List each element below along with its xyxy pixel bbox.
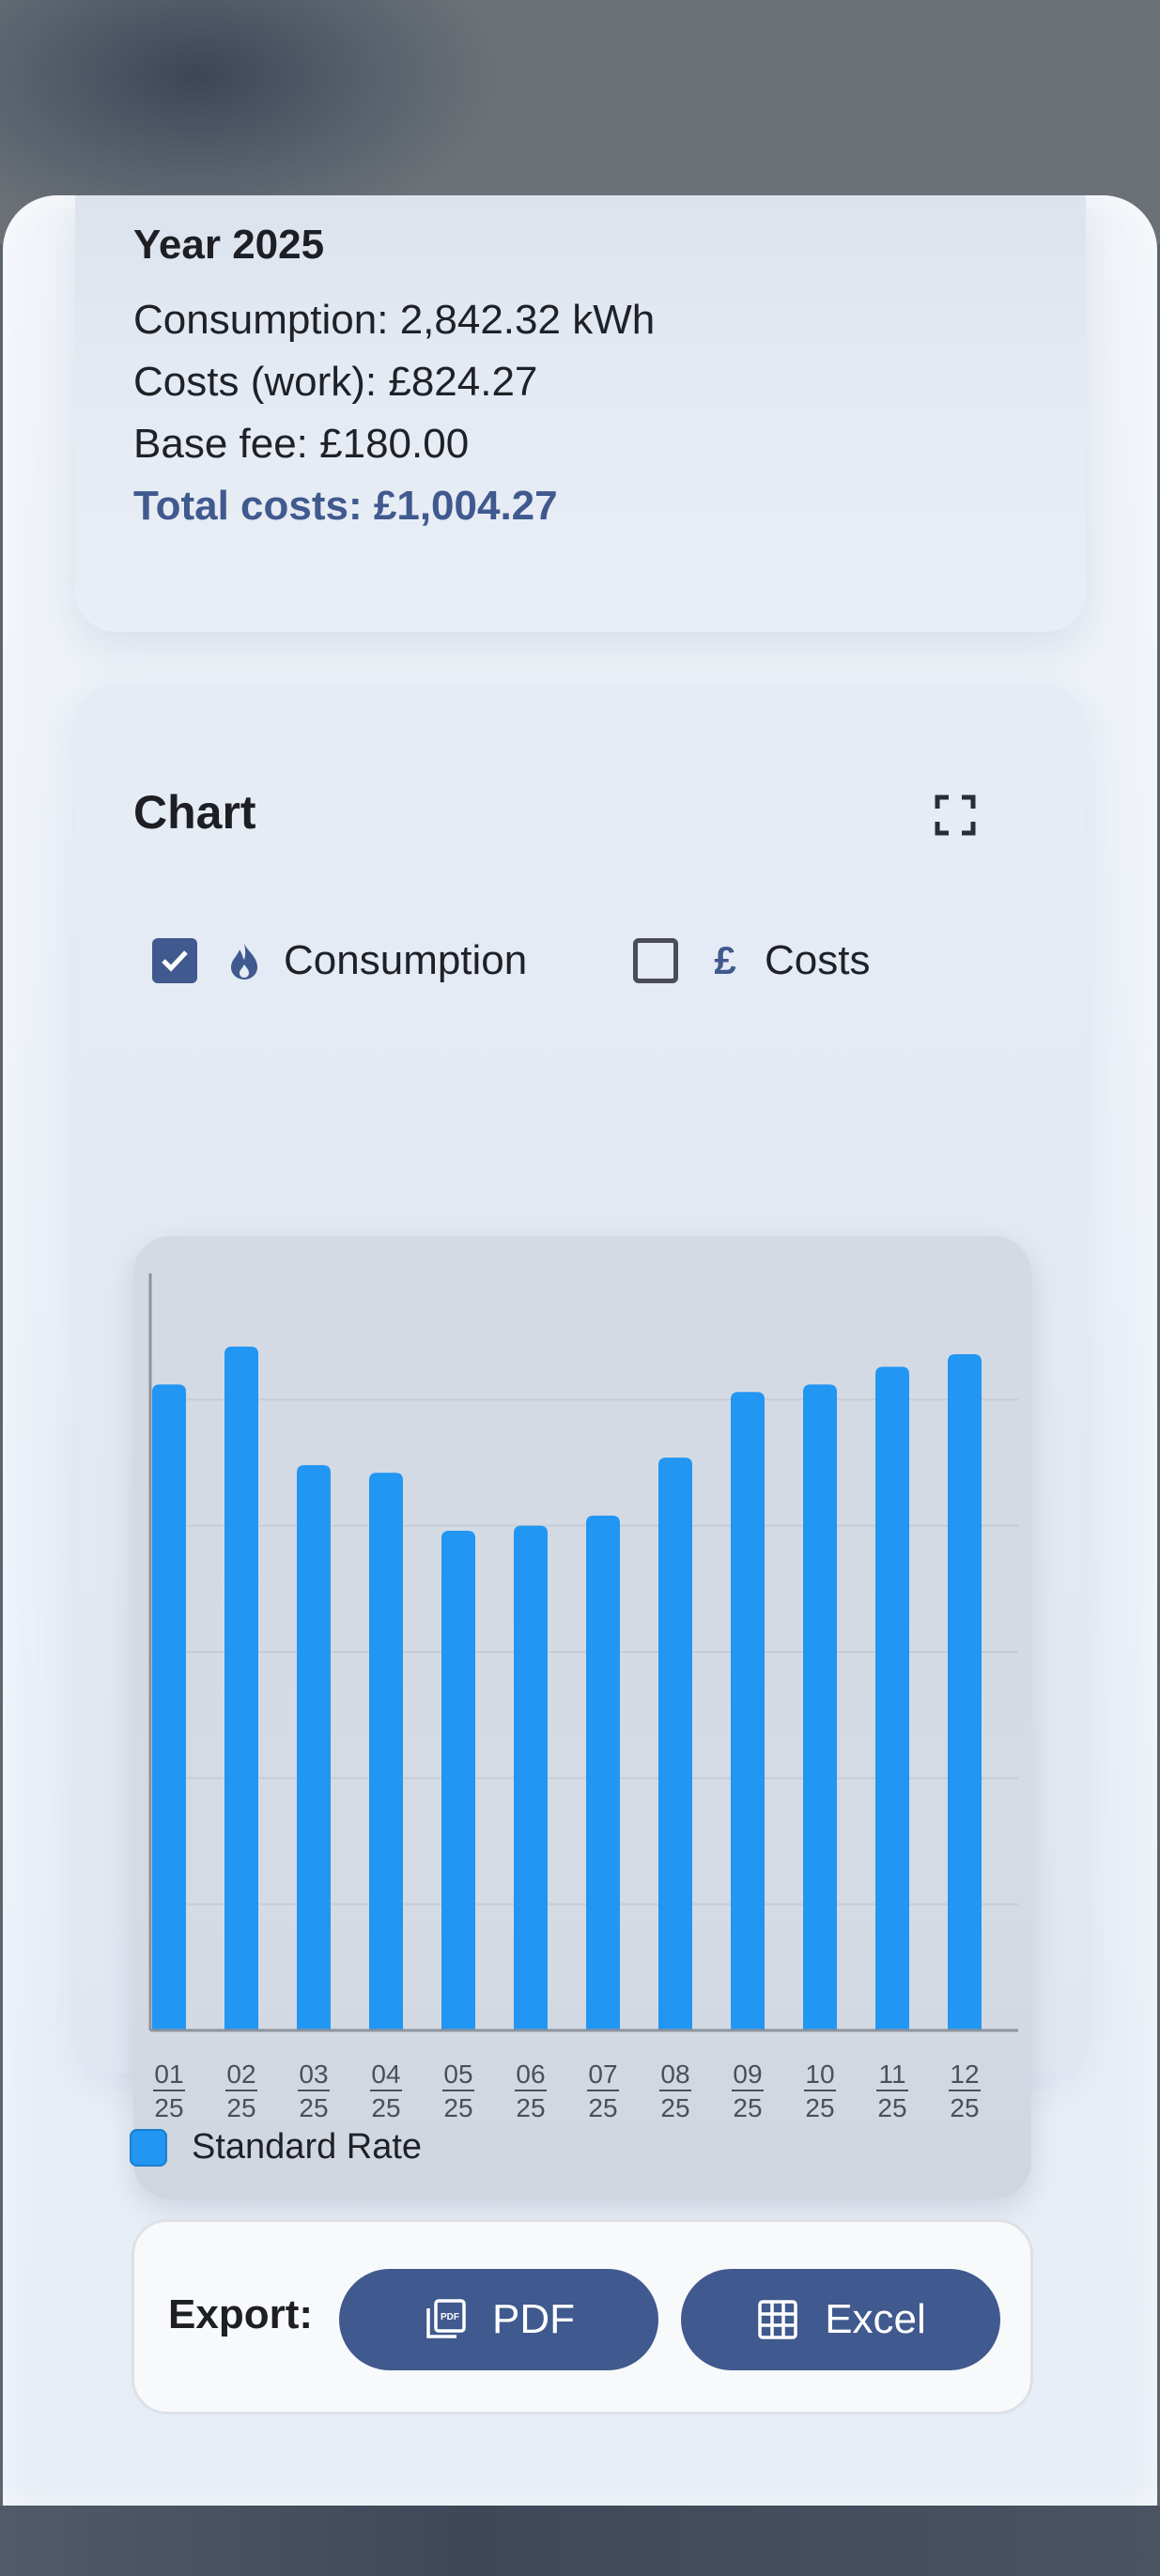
tick-label-year: 25 — [588, 2093, 617, 2122]
consumption-toggle[interactable]: Consumption — [152, 937, 527, 984]
chart-legend: Standard Rate — [130, 2127, 422, 2167]
consumption-toggle-label: Consumption — [284, 937, 528, 983]
bar-09-25 — [731, 1392, 765, 2030]
fullscreen-icon[interactable] — [935, 794, 976, 836]
tick-label-month: 04 — [371, 2059, 400, 2089]
svg-text:PDF: PDF — [441, 2312, 459, 2322]
summary-base-fee: Base fee: £180.00 — [133, 421, 470, 467]
tick-label-year: 25 — [371, 2093, 400, 2122]
tick-label-year: 25 — [299, 2093, 328, 2122]
tick-label-month: 09 — [733, 2059, 762, 2089]
tick-label-year: 25 — [516, 2093, 545, 2122]
export-excel-button[interactable]: Excel — [681, 2269, 1000, 2370]
tick-label-year: 25 — [226, 2093, 255, 2122]
pdf-icon: PDF — [426, 2299, 466, 2338]
tick-label-month: 02 — [226, 2059, 255, 2089]
chart-card: Chart Consumption £ Costs 01 25 02 25 03… — [75, 684, 1086, 2199]
bottom-sheet: Year 2025 Consumption: 2,842.32 kWh Cost… — [3, 195, 1157, 2506]
bar-05-25 — [441, 1531, 475, 2030]
tick-label-month: 03 — [299, 2059, 328, 2089]
export-label: Export: — [168, 2291, 313, 2337]
consumption-checkbox[interactable] — [152, 938, 197, 983]
tick-label-year: 25 — [805, 2093, 834, 2122]
costs-toggle-label: Costs — [765, 937, 871, 983]
flame-icon — [225, 938, 263, 983]
tick-label-month: 08 — [660, 2059, 689, 2089]
chart-svg: 01 25 02 25 03 25 04 25 05 25 06 25 07 25 08 25 09 25 10 25… — [148, 1273, 1018, 2122]
tick-label-year: 25 — [154, 2093, 183, 2122]
pound-icon: £ — [714, 938, 736, 982]
summary-consumption: Consumption: 2,842.32 kWh — [133, 297, 656, 343]
consumption-bar-chart: 01 25 02 25 03 25 04 25 05 25 06 25 07 25 08 25 09 25 10 25… — [133, 1236, 1031, 2199]
table-grid-icon — [758, 2300, 797, 2339]
tick-label-month: 01 — [154, 2059, 183, 2089]
legend-label: Standard Rate — [192, 2127, 423, 2167]
year-summary-card: Year 2025 Consumption: 2,842.32 kWh Cost… — [75, 195, 1086, 632]
bar-10-25 — [803, 1384, 837, 2030]
export-pdf-button[interactable]: PDF PDF — [339, 2269, 658, 2370]
export-card: Export: PDF PDF Excel — [131, 2219, 1033, 2414]
summary-title: Year 2025 — [133, 222, 325, 268]
bar-07-25 — [586, 1515, 620, 2030]
tick-label-year: 25 — [950, 2093, 979, 2122]
tick-label-month: 11 — [878, 2059, 905, 2089]
bar-03-25 — [297, 1465, 331, 2030]
bar-06-25 — [514, 1525, 548, 2030]
tick-label-year: 25 — [660, 2093, 689, 2122]
background-bottom — [0, 2506, 1160, 2576]
tick-label-month: 06 — [516, 2059, 545, 2089]
chart-title: Chart — [133, 786, 256, 839]
tick-label-year: 25 — [443, 2093, 472, 2122]
bar-04-25 — [369, 1473, 403, 2030]
tick-label-month: 10 — [805, 2059, 834, 2089]
bar-02-25 — [224, 1346, 258, 2030]
tick-label-month: 12 — [950, 2059, 979, 2089]
export-pdf-label: PDF — [492, 2296, 575, 2342]
tick-label-month: 07 — [588, 2059, 617, 2089]
costs-checkbox[interactable] — [633, 938, 678, 983]
bar-11-25 — [875, 1366, 909, 2030]
summary-costs-work: Costs (work): £824.27 — [133, 359, 538, 405]
tick-label-year: 25 — [733, 2093, 762, 2122]
legend-swatch — [130, 2128, 167, 2167]
tick-label-month: 05 — [443, 2059, 472, 2089]
bar-08-25 — [658, 1458, 692, 2030]
costs-toggle[interactable]: £ Costs — [633, 937, 870, 984]
export-excel-label: Excel — [825, 2296, 926, 2342]
bar-01-25 — [152, 1384, 186, 2030]
tick-label-year: 25 — [877, 2093, 906, 2122]
summary-total-costs: Total costs: £1,004.27 — [133, 483, 558, 529]
bar-12-25 — [948, 1353, 982, 2030]
